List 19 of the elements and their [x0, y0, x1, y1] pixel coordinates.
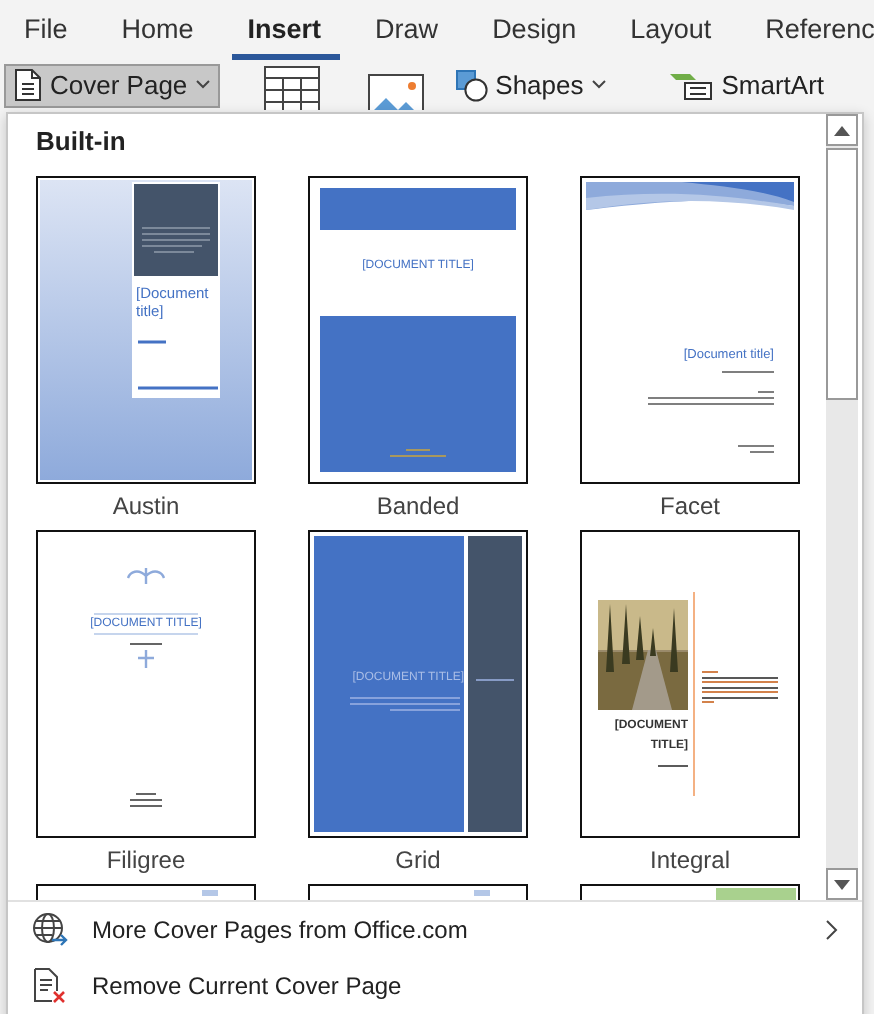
ribbon-tab[interactable]: File [8, 0, 86, 60]
cover-page-button[interactable]: Cover Page [4, 63, 220, 107]
ribbon-tab[interactable]: Layout [614, 0, 730, 60]
shapes-button[interactable]: Shapes [447, 63, 614, 107]
ribbon-tab[interactable]: Referenc [749, 0, 874, 60]
cover-page-name: Banded [376, 490, 460, 524]
cover-page-name: Filigree [106, 844, 186, 878]
gallery-heading: Built-in [36, 126, 128, 160]
ribbon-tab[interactable]: Home [105, 0, 212, 60]
remove-cover-page-item[interactable]: Remove Current Cover Page [8, 958, 862, 1014]
cover-page-name: Integral [649, 844, 731, 878]
cover-page-name: Austin [112, 490, 180, 524]
more-cover-pages-item[interactable]: More Cover Pages from Office.com [8, 902, 862, 958]
smartart-button[interactable]: SmartArt [661, 63, 833, 107]
cover-page-name: Facet [659, 490, 720, 524]
ribbon-tab[interactable]: Draw [359, 0, 457, 60]
ribbon-tab[interactable]: Design [476, 0, 595, 60]
ribbon-tab[interactable]: Insert [231, 0, 340, 60]
cover-page-name: Grid [395, 844, 441, 878]
